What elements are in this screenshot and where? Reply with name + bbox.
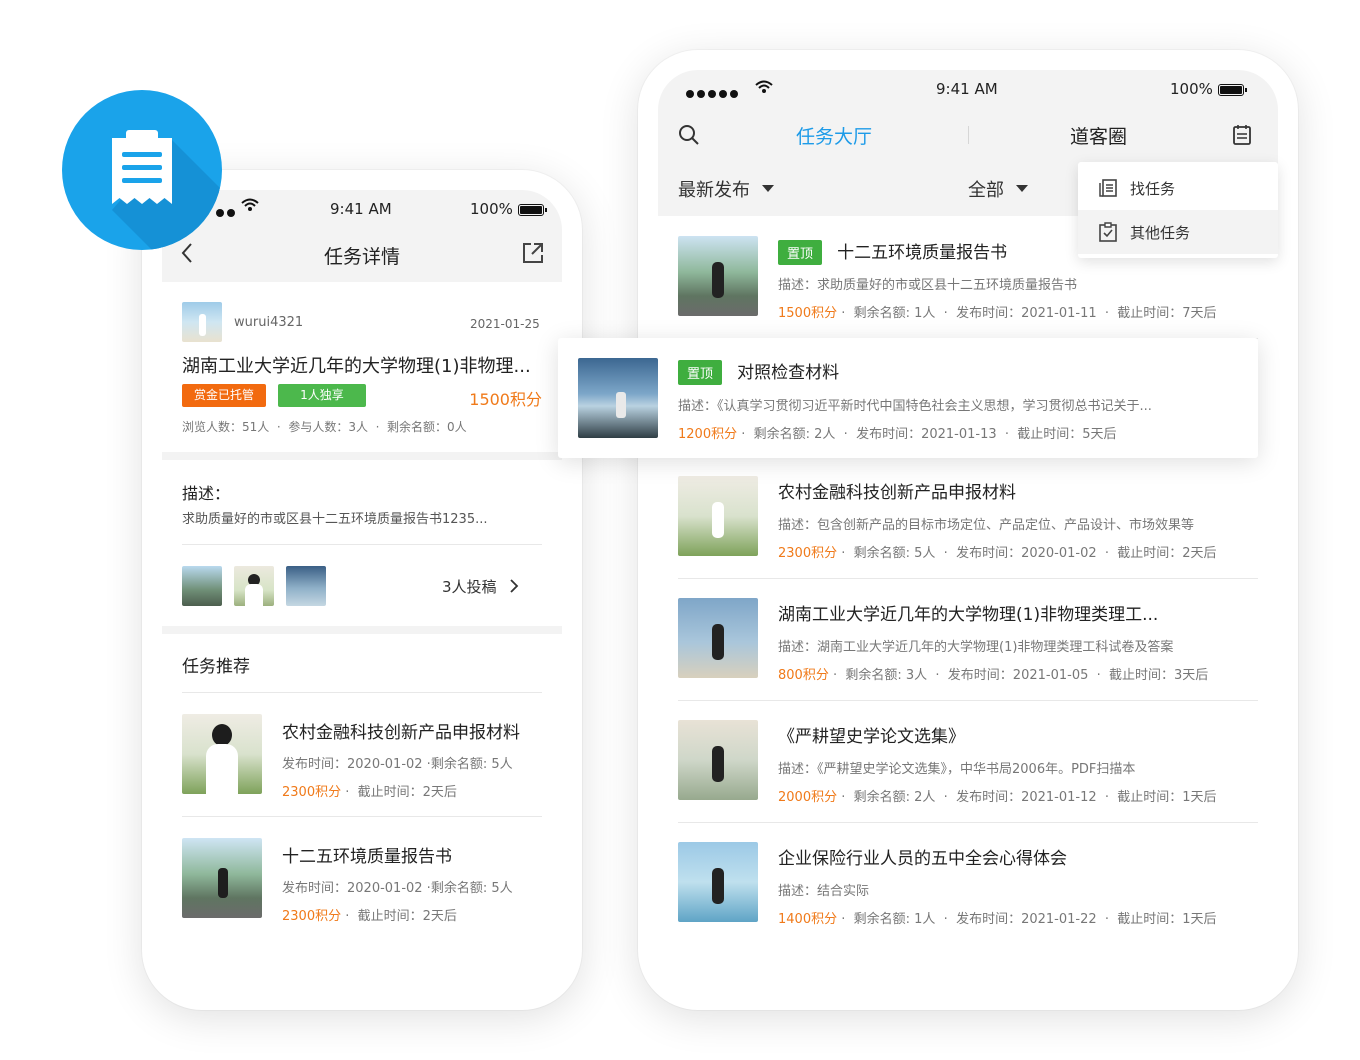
app-icon <box>62 90 222 250</box>
task-card-highlighted[interactable]: 置顶 对照检查材料 描述：《认真学习贯彻习近平新时代中国特色社会主义思想，学习贯… <box>558 338 1258 458</box>
task-points: 1500积分 <box>469 390 542 409</box>
tab-task-hall[interactable]: 任务大厅 <box>796 122 872 149</box>
status-battery: 100% <box>470 200 547 218</box>
task-card[interactable]: 湖南工业大学近几年的大学物理(1)非物理类理工... 描述：湖南工业大学近几年的… <box>678 598 1258 701</box>
recommend-thumb <box>182 838 262 918</box>
signal-dots <box>686 84 741 102</box>
phone-task-detail: 9:41 AM 100% 任务详情 wurui4321 2021-01-25 湖… <box>142 170 582 1010</box>
task-meta: 1200积分 · 剩余名额: 2人 · 发布时间：2021-01-13 · 截止… <box>678 427 1117 442</box>
task-title: 《严耕望史学论文选集》 <box>778 727 965 747</box>
calendar-icon <box>1233 125 1251 145</box>
recommend-footer: 2300积分 · 截止时间：2天后 <box>282 905 457 924</box>
task-stats: 浏览人数：51人 · 参与人数：3人 · 剩余名额：0人 <box>182 420 467 434</box>
submissions-link[interactable]: 3人投稿 <box>442 576 519 597</box>
task-desc: 描述：《认真学习贯彻习近平新时代中国特色社会主义思想，学习贯彻总书记关于... <box>678 399 1152 414</box>
calendar-button[interactable] <box>1232 124 1252 150</box>
task-card[interactable]: 农村金融科技创新产品申报材料 描述：包含创新产品的目标市场定位、产品定位、产品设… <box>678 476 1258 579</box>
recommend-deadline: · 截止时间：2天后 <box>345 785 457 800</box>
search-icon <box>679 125 699 145</box>
submissions-count: 3人投稿 <box>442 578 497 596</box>
task-meta: 2300积分 · 剩余名额: 5人 · 发布时间：2020-01-02 · 截止… <box>778 546 1217 561</box>
recommend-footer: 2300积分 · 截止时间：2天后 <box>282 781 457 800</box>
tab-daoke-circle[interactable]: 道客圈 <box>1070 122 1127 149</box>
badge-hosted: 赏金已托管 <box>182 384 266 407</box>
pinned-tag: 置顶 <box>678 360 723 385</box>
checklist-icon <box>1099 222 1117 242</box>
task-title: 企业保险行业人员的五中全会心得体会 <box>778 849 1067 869</box>
desc-text: 求助质量好的市或区县十二五环境质量报告书1235... <box>182 512 488 527</box>
task-meta: 1400积分 · 剩余名额: 1人 · 发布时间：2021-01-22 · 截止… <box>778 912 1217 927</box>
task-meta: 1500积分 · 剩余名额: 1人 · 发布时间：2021-01-11 · 截止… <box>778 306 1217 321</box>
recommend-title: 任务推荐 <box>182 657 250 677</box>
task-points: 2300积分 <box>778 546 838 561</box>
recommend-points: 2300积分 <box>282 909 342 924</box>
submission-thumb[interactable] <box>286 566 326 606</box>
task-title: 农村金融科技创新产品申报材料 <box>778 483 1016 503</box>
task-thumb <box>678 236 758 316</box>
task-desc: 描述：包含创新产品的目标市场定位、产品定位、产品设计、市场效果等 <box>778 518 1195 533</box>
author-name: wurui4321 <box>234 315 304 330</box>
task-points: 1500积分 <box>778 306 838 321</box>
recommend-points: 2300积分 <box>282 785 342 800</box>
caret-down-icon <box>761 185 774 192</box>
task-desc: 描述：湖南工业大学近几年的大学物理(1)非物理类理工科试卷及答案 <box>778 640 1174 655</box>
menu-item-find-task[interactable]: 找任务 <box>1078 166 1278 210</box>
recommend-thumb <box>182 714 262 794</box>
task-card[interactable]: 《严耕望史学论文选集》 描述：《严耕望史学论文选集》，中华书局2006年。PDF… <box>678 720 1258 823</box>
menu-item-other-tasks[interactable]: 其他任务 <box>1078 210 1278 254</box>
pinned-tag: 置顶 <box>778 240 823 265</box>
filter-sort[interactable]: 最新发布 <box>678 176 774 202</box>
submission-thumb[interactable] <box>182 566 222 606</box>
signal-dots <box>216 203 238 221</box>
task-title: 对照检查材料 <box>737 363 840 383</box>
recommend-meta: 发布时间：2020-01-02 ·剩余名额: 5人 <box>282 757 513 772</box>
task-meta: 2000积分 · 剩余名额: 2人 · 发布时间：2021-01-12 · 截止… <box>778 790 1217 805</box>
status-battery: 100% <box>1170 80 1247 98</box>
task-title: 湖南工业大学近几年的大学物理(1)非物理类理工... <box>778 605 1159 625</box>
phone-task-hall: 9:41 AM 100% 任务大厅 道客圈 最新发布 全部 置顶 十二五环境质量… <box>638 50 1298 1010</box>
search-button[interactable] <box>678 124 700 150</box>
task-thumb <box>678 720 758 800</box>
status-time: 9:41 AM <box>330 200 392 218</box>
task-points: 1200积分 <box>678 427 738 442</box>
wifi-icon <box>240 198 260 216</box>
clipboard-icon <box>112 130 222 250</box>
task-points: 2000积分 <box>778 790 838 805</box>
avatar <box>182 302 222 342</box>
task-points: 800积分 <box>778 668 829 683</box>
task-card[interactable]: 企业保险行业人员的五中全会心得体会 描述：结合实际 1400积分 · 剩余名额:… <box>678 842 1258 942</box>
recommend-meta: 发布时间：2020-01-02 ·剩余名额: 5人 <box>282 881 513 896</box>
task-desc: 描述：结合实际 <box>778 884 870 899</box>
battery-icon <box>517 203 547 216</box>
task-points: 1400积分 <box>778 912 838 927</box>
share-icon <box>523 243 543 263</box>
share-button[interactable] <box>522 242 544 268</box>
status-time: 9:41 AM <box>936 80 998 98</box>
caret-down-icon <box>1015 185 1028 192</box>
task-meta: 800积分 · 剩余名额: 3人 · 发布时间：2021-01-05 · 截止时… <box>778 668 1209 683</box>
submission-thumb[interactable] <box>234 566 274 606</box>
task-desc: 描述：求助质量好的市或区县十二五环境质量报告书 <box>778 278 1078 293</box>
battery-icon <box>1217 83 1247 96</box>
page-title: 任务详情 <box>323 246 400 268</box>
badge-exclusive: 1人独享 <box>278 384 366 407</box>
recommend-title-text: 农村金融科技创新产品申报材料 <box>282 723 520 743</box>
task-title: 湖南工业大学近几年的大学物理(1)非物理... <box>182 356 531 377</box>
task-title: 十二五环境质量报告书 <box>837 243 1008 263</box>
wifi-icon <box>754 80 774 98</box>
recommend-title-text: 十二五环境质量报告书 <box>282 847 452 867</box>
dropdown-menu: 找任务 其他任务 <box>1078 162 1278 258</box>
task-thumb <box>578 358 658 438</box>
task-desc: 描述：《严耕望史学论文选集》，中华书局2006年。PDF扫描本 <box>778 762 1136 777</box>
post-date: 2021-01-25 <box>470 317 540 331</box>
chevron-right-icon <box>510 579 519 593</box>
filter-all[interactable]: 全部 <box>968 176 1028 202</box>
recommend-deadline: · 截止时间：2天后 <box>345 909 457 924</box>
task-thumb <box>678 476 758 556</box>
task-thumb <box>678 598 758 678</box>
task-thumb <box>678 842 758 922</box>
list-icon <box>1099 179 1117 197</box>
desc-label: 描述： <box>182 484 231 503</box>
